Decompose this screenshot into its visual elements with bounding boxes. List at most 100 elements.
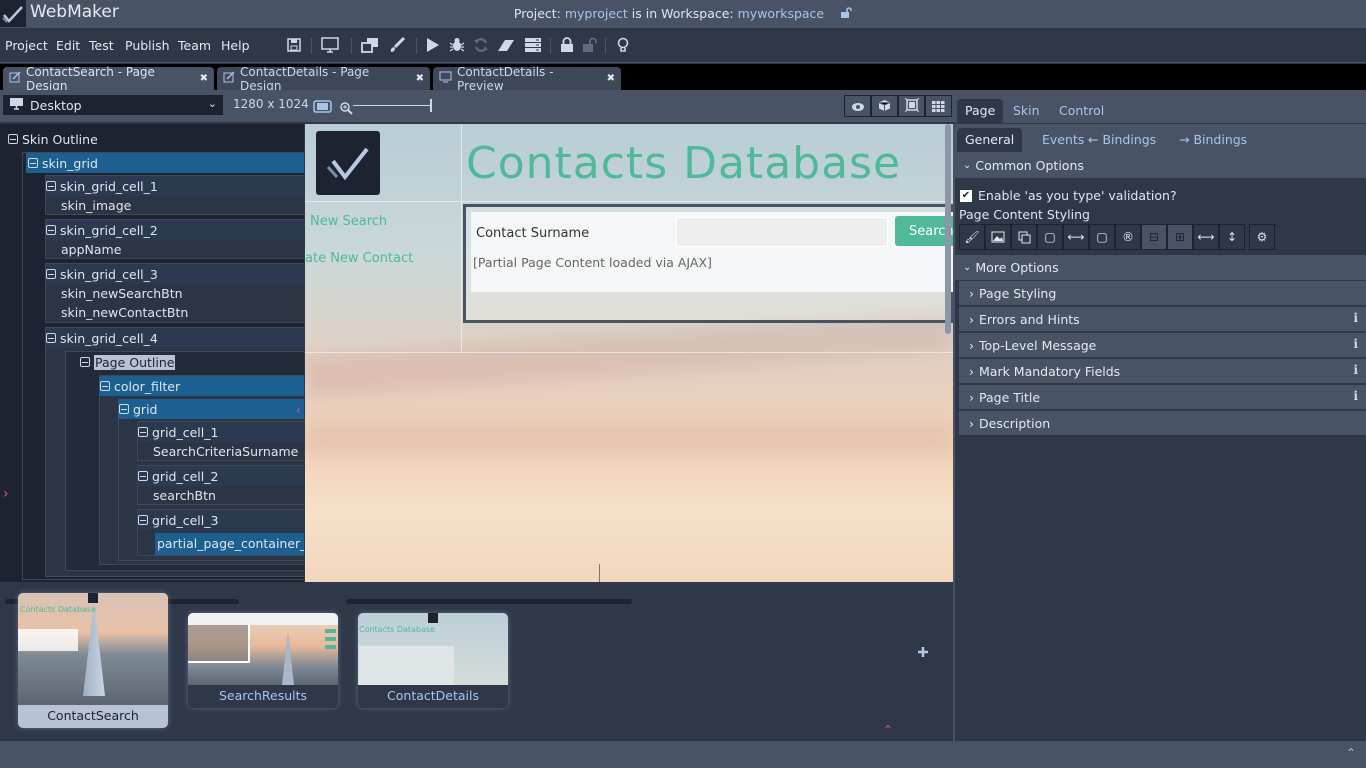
collapse-icon[interactable] xyxy=(80,357,90,367)
tab-page[interactable]: Page xyxy=(957,99,1004,123)
rotate-device-icon[interactable] xyxy=(313,98,332,117)
collapse-left-marker[interactable]: ‹ xyxy=(296,403,301,417)
new-contact-link[interactable]: ate New Contact xyxy=(305,251,413,266)
tree-node-grid-cell-3[interactable]: grid_cell_3 xyxy=(138,510,304,530)
registered-icon[interactable]: ® xyxy=(1115,224,1141,250)
zoom-slider-track[interactable] xyxy=(353,105,431,106)
info-icon[interactable]: i xyxy=(1353,363,1358,377)
tab-contactdetails-preview[interactable]: ContactDetails - Preview ✖ xyxy=(433,65,621,93)
refresh-icon[interactable] xyxy=(471,36,491,54)
add-page-icon[interactable] xyxy=(917,643,929,662)
tree-node-searchbtn[interactable]: searchBtn xyxy=(153,488,216,503)
plus-box-icon[interactable]: ⊞ xyxy=(1167,224,1193,250)
width-icon[interactable]: ⟷ xyxy=(1063,224,1089,250)
tree-node-skin-newcontactbtn[interactable]: skin_newContactBtn xyxy=(61,305,188,320)
new-search-link[interactable]: New Search xyxy=(310,214,387,229)
collapse-icon[interactable] xyxy=(119,404,129,414)
collapse-icon[interactable] xyxy=(46,181,56,191)
brush-icon[interactable] xyxy=(387,36,407,54)
expand-status-icon[interactable]: ⌃ xyxy=(1346,746,1356,760)
skin-image[interactable] xyxy=(316,131,380,195)
tree-node-searchcriteriasurname[interactable]: SearchCriteriaSurname xyxy=(153,444,298,459)
collapse-icon[interactable] xyxy=(46,333,56,343)
tree-node-skin-grid[interactable]: skin_grid xyxy=(26,153,304,173)
tab-control[interactable]: Control xyxy=(1051,99,1112,123)
tree-node-grid-cell-2[interactable]: grid_cell_2 xyxy=(138,466,304,486)
info-icon[interactable]: i xyxy=(1353,311,1358,325)
subtab-bindings-in[interactable]: ← Bindings xyxy=(1080,128,1164,152)
menu-edit[interactable]: Edit xyxy=(56,38,80,53)
zoom-slider-handle[interactable] xyxy=(430,99,432,112)
menu-help[interactable]: Help xyxy=(221,38,250,53)
close-icon[interactable]: ✖ xyxy=(200,73,208,84)
surname-input[interactable] xyxy=(676,217,888,247)
collapse-icon[interactable] xyxy=(46,269,56,279)
tree-node-page-outline[interactable]: Page Outline xyxy=(80,352,176,372)
save-icon[interactable] xyxy=(284,36,304,54)
preview-monitor-icon[interactable] xyxy=(320,36,340,54)
expand-bottom-marker[interactable]: ⌃ xyxy=(883,723,893,737)
copy-icon[interactable] xyxy=(1011,224,1037,250)
image-icon[interactable] xyxy=(985,224,1011,250)
eraser-icon[interactable] xyxy=(496,36,516,54)
lightbulb-icon[interactable] xyxy=(613,36,633,54)
canvas-scrollbar[interactable] xyxy=(945,124,951,334)
page-thumbnail-contactdetails[interactable]: Contacts Database ContactDetails xyxy=(358,613,508,708)
section-more-options[interactable]: ⌄ More Options xyxy=(955,255,1366,280)
tree-node-grid-cell-1[interactable]: grid_cell_1 xyxy=(138,422,304,442)
tab-contactsearch-design[interactable]: ContactSearch - Page Design ✖ xyxy=(3,65,214,93)
info-icon[interactable]: i xyxy=(1353,389,1358,403)
tree-node-skin-grid-cell-1[interactable]: skin_grid_cell_1 xyxy=(46,176,304,196)
tree-node-skin-grid-cell-2[interactable]: skin_grid_cell_2 xyxy=(46,220,304,240)
page-thumbnail-contactsearch[interactable]: Contacts Database ContactSearch xyxy=(18,593,168,728)
gear-icon[interactable]: ⚙ xyxy=(1249,224,1275,250)
menu-publish[interactable]: Publish xyxy=(125,38,170,53)
close-icon[interactable]: ✖ xyxy=(416,73,424,84)
project-name[interactable]: myproject xyxy=(565,6,628,21)
menu-team[interactable]: Team xyxy=(178,38,211,53)
design-canvas[interactable]: Contacts Database New Search ate New Con… xyxy=(305,124,953,582)
collapse-icon[interactable] xyxy=(8,134,18,144)
tab-contactdetails-design[interactable]: ContactDetails - Page Design ✖ xyxy=(217,65,430,93)
debug-bug-icon[interactable] xyxy=(447,36,467,54)
collapse-icon[interactable] xyxy=(100,381,110,391)
square-icon[interactable]: ▢ xyxy=(1089,224,1115,250)
height-icon[interactable]: ↕ xyxy=(1219,224,1245,250)
play-icon[interactable] xyxy=(423,36,443,54)
square-icon[interactable]: ▢ xyxy=(1037,224,1063,250)
windows-icon[interactable] xyxy=(360,36,380,54)
minus-box-icon[interactable]: ⊟ xyxy=(1141,224,1167,250)
tab-skin[interactable]: Skin xyxy=(1005,99,1048,123)
page-content-container[interactable]: Contact Surname Search [Partial Page Con… xyxy=(463,204,953,323)
tree-node-grid[interactable]: grid xyxy=(118,399,304,419)
section-description[interactable]: › Description xyxy=(959,410,1366,435)
section-page-styling[interactable]: › Page Styling xyxy=(959,280,1366,305)
tree-node-skin-outline[interactable]: Skin Outline xyxy=(8,129,98,149)
server-icon[interactable] xyxy=(523,36,543,54)
device-select[interactable]: Desktop ⌄ xyxy=(3,95,223,115)
cube-toggle[interactable] xyxy=(871,95,898,117)
visibility-toggle[interactable] xyxy=(844,95,871,117)
tree-node-skin-grid-cell-4[interactable]: skin_grid_cell_4 xyxy=(46,328,304,348)
tree-node-color-filter[interactable]: color_filter xyxy=(99,376,304,396)
frame-toggle[interactable] xyxy=(898,95,925,117)
subtab-bindings-out[interactable]: → Bindings xyxy=(1171,128,1255,152)
width-icon[interactable]: ⟷ xyxy=(1193,224,1219,250)
unlock-icon[interactable] xyxy=(840,7,852,22)
section-mark-mandatory-fields[interactable]: › Mark Mandatory Fields i xyxy=(959,358,1366,383)
workspace-name[interactable]: myworkspace xyxy=(738,6,825,21)
subtab-general[interactable]: General xyxy=(957,128,1023,152)
unlock-icon[interactable] xyxy=(580,36,600,54)
menu-test[interactable]: Test xyxy=(89,38,114,53)
lock-icon[interactable] xyxy=(557,36,577,54)
tree-node-skin-grid-cell-3[interactable]: skin_grid_cell_3 xyxy=(46,264,304,284)
info-icon[interactable]: i xyxy=(1353,337,1358,351)
collapse-icon[interactable] xyxy=(138,515,148,525)
tree-node-appname[interactable]: appName xyxy=(61,242,121,257)
app-title[interactable]: Contacts Database xyxy=(466,138,901,189)
section-errors-and-hints[interactable]: › Errors and Hints i xyxy=(959,306,1366,331)
tree-node-partial-page-container[interactable]: partial_page_container_ xyxy=(155,533,304,555)
menu-project[interactable]: Project xyxy=(5,38,48,53)
section-page-title[interactable]: › Page Title i xyxy=(959,384,1366,409)
section-top-level-message[interactable]: › Top-Level Message i xyxy=(959,332,1366,357)
